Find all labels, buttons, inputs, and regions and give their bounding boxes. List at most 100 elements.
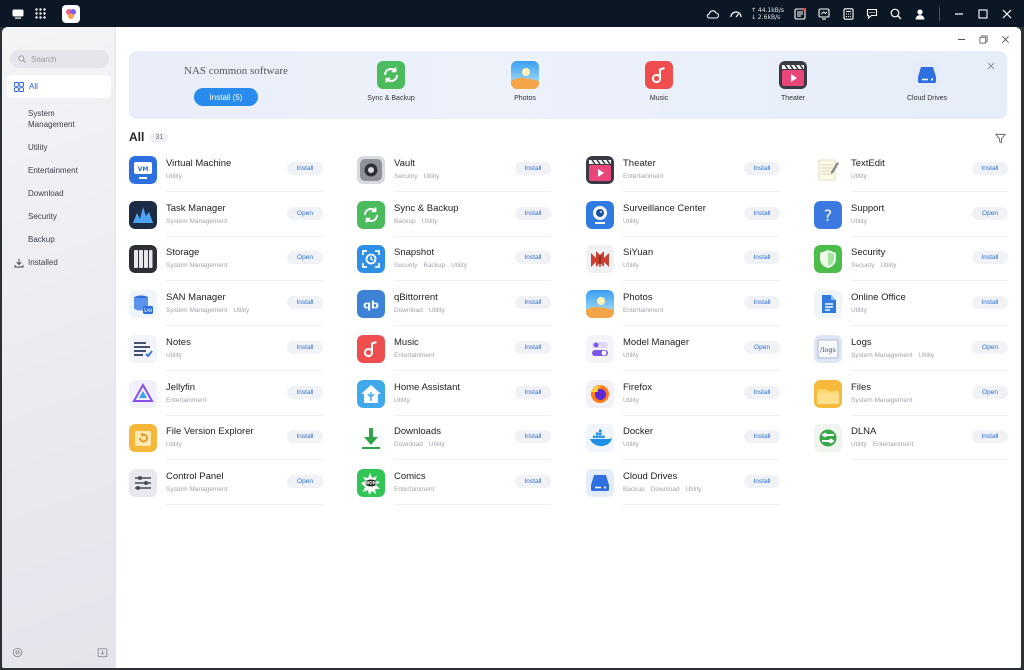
- calculator-icon[interactable]: [839, 5, 857, 23]
- app-item[interactable]: SiYuan Utility Install: [586, 243, 782, 287]
- app-item[interactable]: Files System Management Open: [814, 378, 1010, 422]
- install-button[interactable]: Install: [515, 386, 551, 399]
- app-item[interactable]: Storage System Management Open: [129, 243, 325, 287]
- banner-app-photos[interactable]: Photos: [490, 61, 560, 102]
- app-item[interactable]: DLNA Utility Entertainment Install: [814, 422, 1010, 466]
- window-minimize-icon[interactable]: [955, 33, 967, 45]
- install-button[interactable]: Install: [515, 341, 551, 354]
- install-button[interactable]: Install: [515, 207, 551, 220]
- show-desktop-icon[interactable]: [10, 6, 26, 22]
- close-icon[interactable]: [998, 5, 1016, 23]
- task-list-icon[interactable]: [791, 5, 809, 23]
- install-button[interactable]: Install: [515, 475, 551, 488]
- install-button[interactable]: Install: [744, 162, 780, 175]
- install-button[interactable]: Install: [515, 162, 551, 175]
- install-manual-icon[interactable]: [97, 647, 108, 658]
- install-all-button[interactable]: Install (5): [194, 88, 258, 106]
- app-item[interactable]: VM Virtual Machine Utility Install: [129, 154, 325, 198]
- nav-item-all[interactable]: All: [7, 75, 111, 98]
- app-tag: Utility: [166, 352, 182, 359]
- filter-icon[interactable]: [994, 131, 1007, 144]
- nav-item-entertainment[interactable]: Entertainment: [7, 159, 111, 182]
- install-button[interactable]: Install: [287, 386, 323, 399]
- install-button[interactable]: Install: [287, 430, 323, 443]
- banner-app-music[interactable]: Music: [624, 61, 694, 102]
- open-button[interactable]: Open: [972, 341, 1008, 354]
- window-close-icon[interactable]: [999, 33, 1011, 45]
- install-button[interactable]: Install: [744, 251, 780, 264]
- install-button[interactable]: Install: [744, 475, 780, 488]
- install-button[interactable]: Install: [287, 162, 323, 175]
- app-item[interactable]: Jellyfin Entertainment Install: [129, 378, 325, 422]
- install-button[interactable]: Install: [972, 251, 1008, 264]
- app-item[interactable]: Firefox Utility Install: [586, 378, 782, 422]
- open-button[interactable]: Open: [287, 251, 323, 264]
- app-item[interactable]: Vault Security Utility Install: [357, 154, 553, 198]
- window-restore-icon[interactable]: [977, 33, 989, 45]
- app-item[interactable]: Task Manager System Management Open: [129, 199, 325, 243]
- app-item[interactable]: Notes Utility Install: [129, 333, 325, 377]
- banner-app-sync-backup[interactable]: Sync & Backup: [356, 61, 426, 102]
- open-button[interactable]: Open: [744, 341, 780, 354]
- install-button[interactable]: Install: [972, 296, 1008, 309]
- settings-icon[interactable]: [12, 647, 23, 658]
- install-button[interactable]: Install: [515, 251, 551, 264]
- app-item[interactable]: Home Assistant Utility Install: [357, 378, 553, 422]
- nav-item-security[interactable]: Security: [7, 205, 111, 228]
- user-icon[interactable]: [911, 5, 929, 23]
- app-item[interactable]: Downloads Download Utility Install: [357, 422, 553, 466]
- minimize-icon[interactable]: [950, 5, 968, 23]
- app-item[interactable]: File Version Explorer Utility Install: [129, 422, 325, 466]
- nav-item-system-management[interactable]: System Management: [7, 102, 111, 136]
- app-item[interactable]: Surveillance Center Utility Install: [586, 199, 782, 243]
- search-box[interactable]: Search: [10, 50, 109, 68]
- app-tags: Utility: [166, 441, 182, 448]
- search-icon[interactable]: [887, 5, 905, 23]
- app-item[interactable]: Snapshot Security Backup Utility Install: [357, 243, 553, 287]
- banner-app-cloud-drives[interactable]: Cloud Drives: [892, 61, 962, 102]
- install-button[interactable]: Install: [744, 296, 780, 309]
- app-item[interactable]: Cloud Drives Backup Download Utility Install: [586, 467, 782, 511]
- chat-icon[interactable]: [863, 5, 881, 23]
- app-item[interactable]: Theater Entertainment Install: [586, 154, 782, 198]
- app-item[interactable]: ? Support Utility Open: [814, 199, 1010, 243]
- nav-item-utility[interactable]: Utility: [7, 136, 111, 159]
- app-center-taskbar-icon[interactable]: [62, 4, 80, 23]
- open-button[interactable]: Open: [287, 207, 323, 220]
- app-item[interactable]: Model Manager Utility Open: [586, 333, 782, 377]
- monitor-icon[interactable]: [815, 5, 833, 23]
- banner-app-theater[interactable]: Theater: [758, 61, 828, 102]
- app-item[interactable]: Music Entertainment Install: [357, 333, 553, 377]
- app-item[interactable]: Online Office Utility Install: [814, 288, 1010, 332]
- app-item[interactable]: Control Panel System Management Open: [129, 467, 325, 511]
- network-speed-icon[interactable]: [727, 5, 745, 23]
- install-button[interactable]: Install: [515, 430, 551, 443]
- nav-item-backup[interactable]: Backup: [7, 228, 111, 251]
- app-item[interactable]: Docker Utility Install: [586, 422, 782, 466]
- install-button[interactable]: Install: [515, 296, 551, 309]
- app-item[interactable]: Sync & Backup Backup Utility Install: [357, 199, 553, 243]
- open-button[interactable]: Open: [972, 386, 1008, 399]
- app-launcher-icon[interactable]: [32, 6, 48, 22]
- app-item[interactable]: Photos Entertainment Install: [586, 288, 782, 332]
- cloud-icon[interactable]: [703, 5, 721, 23]
- banner-close-icon[interactable]: [987, 57, 997, 70]
- install-button[interactable]: Install: [287, 296, 323, 309]
- install-button[interactable]: Install: [972, 430, 1008, 443]
- app-item[interactable]: qb qBittorrent Download Utility Install: [357, 288, 553, 332]
- nav-item-download[interactable]: Download: [7, 182, 111, 205]
- maximize-icon[interactable]: [974, 5, 992, 23]
- app-item[interactable]: SAN SAN Manager System Management Utility In…: [129, 288, 325, 332]
- app-item[interactable]: Security Security Utility Install: [814, 243, 1010, 287]
- install-button[interactable]: Install: [744, 430, 780, 443]
- nav-item-installed[interactable]: Installed: [7, 251, 111, 274]
- install-button[interactable]: Install: [287, 341, 323, 354]
- app-item[interactable]: WOW Comics Entertainment Install: [357, 467, 553, 511]
- open-button[interactable]: Open: [972, 207, 1008, 220]
- install-button[interactable]: Install: [972, 162, 1008, 175]
- open-button[interactable]: Open: [287, 475, 323, 488]
- app-item[interactable]: /logs Logs System Management Utility Open: [814, 333, 1010, 377]
- install-button[interactable]: Install: [744, 386, 780, 399]
- install-button[interactable]: Install: [744, 207, 780, 220]
- app-item[interactable]: TextEdit Utility Install: [814, 154, 1010, 198]
